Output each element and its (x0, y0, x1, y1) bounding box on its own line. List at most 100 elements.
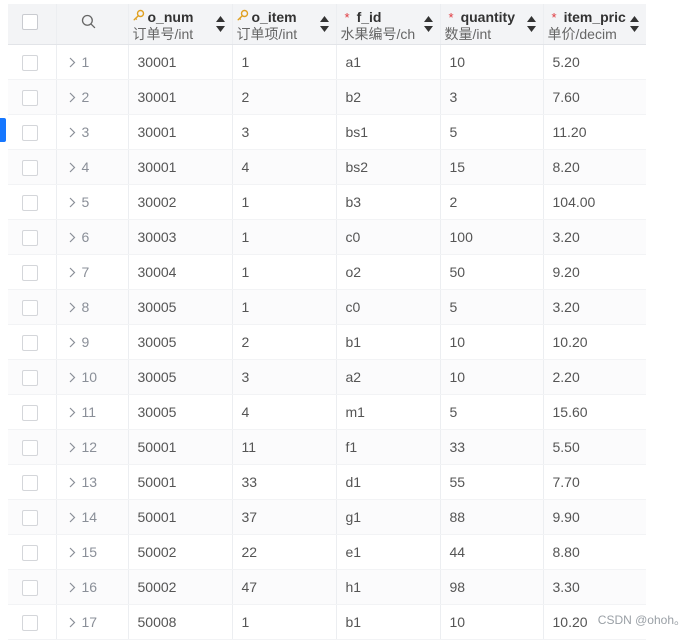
row-select-cell[interactable] (8, 79, 56, 115)
row-checkbox[interactable] (22, 579, 38, 596)
cell-quantity[interactable]: 5 (439, 289, 543, 325)
cell-item-price[interactable]: 8.20 (542, 149, 646, 185)
cell-quantity[interactable]: 88 (439, 499, 543, 535)
cell-f-id[interactable]: a1 (335, 44, 440, 80)
chevron-right-icon[interactable] (69, 92, 76, 103)
cell-o-num[interactable]: 30005 (127, 394, 232, 430)
table-row[interactable]: 8 30005 1 c0 5 3.20 (8, 289, 646, 325)
table-row[interactable]: 11 30005 4 m1 5 15.60 (8, 394, 646, 430)
chevron-right-icon[interactable] (69, 302, 76, 313)
column-header-quantity[interactable]: * quantity 数量/int (439, 4, 543, 45)
cell-quantity[interactable]: 15 (439, 149, 543, 185)
cell-f-id[interactable]: e1 (335, 534, 440, 570)
cell-o-num[interactable]: 30002 (127, 184, 232, 220)
cell-f-id[interactable]: g1 (335, 499, 440, 535)
row-select-cell[interactable] (8, 254, 56, 290)
cell-o-num[interactable]: 30003 (127, 219, 232, 255)
search-icon[interactable] (81, 14, 96, 34)
cell-item-price[interactable]: 11.20 (542, 114, 646, 150)
row-index-cell[interactable]: 4 (55, 149, 128, 185)
row-index-cell[interactable]: 10 (55, 359, 128, 395)
row-checkbox[interactable] (22, 509, 38, 526)
cell-f-id[interactable]: b1 (335, 324, 440, 360)
chevron-right-icon[interactable] (69, 442, 76, 453)
cell-quantity[interactable]: 10 (439, 324, 543, 360)
cell-o-item[interactable]: 3 (231, 359, 336, 395)
cell-o-num[interactable]: 30004 (127, 254, 232, 290)
cell-o-item[interactable]: 2 (231, 79, 336, 115)
chevron-right-icon[interactable] (69, 197, 76, 208)
row-index-cell[interactable]: 5 (55, 184, 128, 220)
row-select-cell[interactable] (8, 394, 56, 430)
sort-icon[interactable] (629, 14, 640, 34)
chevron-right-icon[interactable] (69, 127, 76, 138)
cell-o-num[interactable]: 50001 (127, 499, 232, 535)
row-select-cell[interactable] (8, 499, 56, 535)
cell-quantity[interactable]: 10 (439, 44, 543, 80)
table-row[interactable]: 16 50002 47 h1 98 3.30 (8, 569, 646, 605)
row-select-cell[interactable] (8, 219, 56, 255)
row-select-cell[interactable] (8, 149, 56, 185)
cell-quantity[interactable]: 50 (439, 254, 543, 290)
cell-o-item[interactable]: 22 (231, 534, 336, 570)
cell-o-item[interactable]: 2 (231, 324, 336, 360)
cell-f-id[interactable]: c0 (335, 289, 440, 325)
row-checkbox[interactable] (22, 194, 38, 211)
chevron-right-icon[interactable] (69, 617, 76, 628)
cell-o-item[interactable]: 1 (231, 184, 336, 220)
row-index-cell[interactable]: 11 (55, 394, 128, 430)
chevron-right-icon[interactable] (69, 162, 76, 173)
cell-f-id[interactable]: c0 (335, 219, 440, 255)
cell-item-price[interactable]: 7.60 (542, 79, 646, 115)
row-index-cell[interactable]: 9 (55, 324, 128, 360)
row-checkbox[interactable] (22, 614, 38, 631)
cell-item-price[interactable]: 3.30 (542, 569, 646, 605)
cell-item-price[interactable]: 10.20 (542, 324, 646, 360)
table-row[interactable]: 4 30001 4 bs2 15 8.20 (8, 149, 646, 185)
cell-o-num[interactable]: 50001 (127, 429, 232, 465)
cell-quantity[interactable]: 100 (439, 219, 543, 255)
cell-o-num[interactable]: 50002 (127, 534, 232, 570)
cell-o-item[interactable]: 11 (231, 429, 336, 465)
cell-o-num[interactable]: 30005 (127, 324, 232, 360)
cell-quantity[interactable]: 98 (439, 569, 543, 605)
row-index-cell[interactable]: 13 (55, 464, 128, 500)
row-index-cell[interactable]: 6 (55, 219, 128, 255)
chevron-right-icon[interactable] (69, 547, 76, 558)
cell-f-id[interactable]: o2 (335, 254, 440, 290)
sort-icon[interactable] (215, 14, 226, 34)
chevron-right-icon[interactable] (69, 477, 76, 488)
row-checkbox[interactable] (22, 299, 38, 316)
cell-f-id[interactable]: bs1 (335, 114, 440, 150)
chevron-right-icon[interactable] (69, 232, 76, 243)
cell-f-id[interactable]: m1 (335, 394, 440, 430)
column-header-item-price[interactable]: * item_pric 单价/decim (542, 4, 646, 45)
cell-o-item[interactable]: 4 (231, 149, 336, 185)
cell-quantity[interactable]: 2 (439, 184, 543, 220)
sort-icon[interactable] (423, 14, 434, 34)
cell-o-num[interactable]: 30001 (127, 114, 232, 150)
row-checkbox[interactable] (22, 334, 38, 351)
cell-item-price[interactable]: 2.20 (542, 359, 646, 395)
cell-o-item[interactable]: 1 (231, 44, 336, 80)
cell-item-price[interactable]: 7.70 (542, 464, 646, 500)
row-select-cell[interactable] (8, 44, 56, 80)
cell-f-id[interactable]: b3 (335, 184, 440, 220)
cell-o-num[interactable]: 30001 (127, 149, 232, 185)
column-header-f-id[interactable]: * f_id 水果编号/ch (335, 4, 440, 45)
row-index-cell[interactable]: 7 (55, 254, 128, 290)
row-index-cell[interactable]: 2 (55, 79, 128, 115)
row-index-cell[interactable]: 15 (55, 534, 128, 570)
row-checkbox[interactable] (22, 544, 38, 561)
cell-f-id[interactable]: f1 (335, 429, 440, 465)
table-row[interactable]: 13 50001 33 d1 55 7.70 (8, 464, 646, 500)
cell-quantity[interactable]: 5 (439, 114, 543, 150)
cell-o-num[interactable]: 30005 (127, 359, 232, 395)
chevron-right-icon[interactable] (69, 57, 76, 68)
select-all-checkbox[interactable] (22, 13, 38, 30)
sort-icon[interactable] (526, 14, 537, 34)
chevron-right-icon[interactable] (69, 372, 76, 383)
row-checkbox[interactable] (22, 54, 38, 71)
cell-f-id[interactable]: d1 (335, 464, 440, 500)
cell-f-id[interactable]: h1 (335, 569, 440, 605)
